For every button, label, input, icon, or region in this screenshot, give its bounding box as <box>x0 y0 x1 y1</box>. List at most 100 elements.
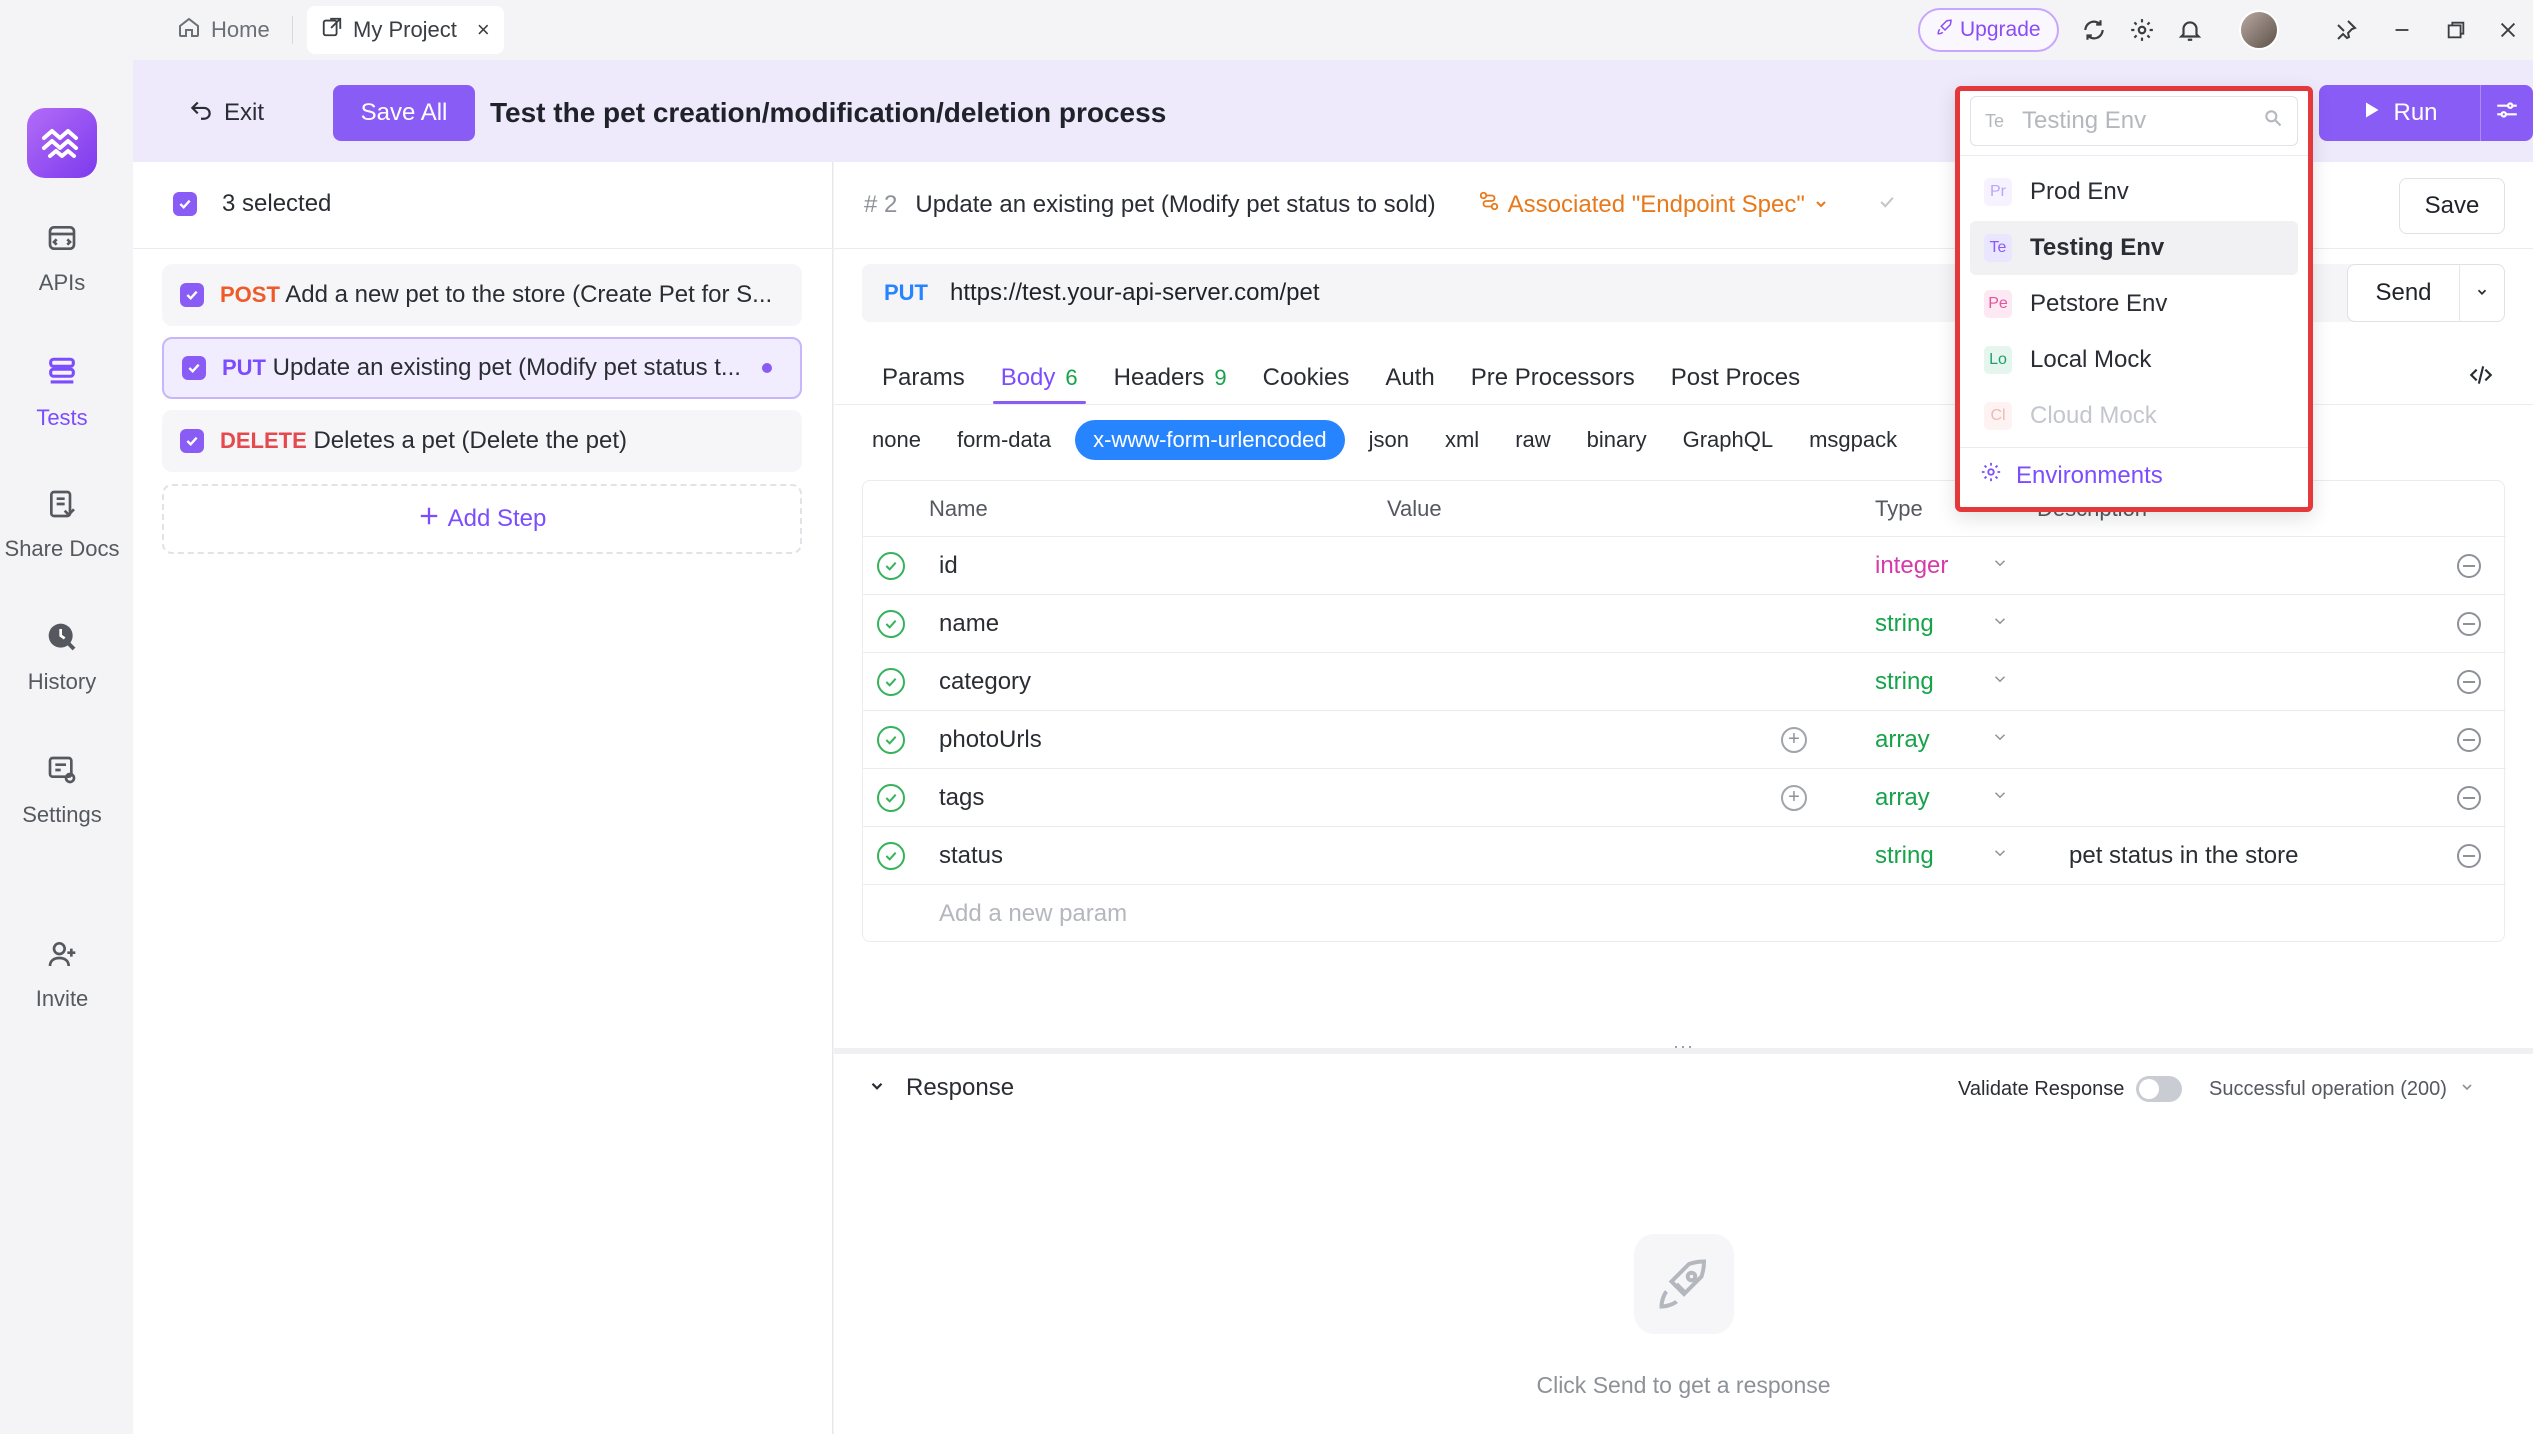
select-all-row[interactable]: 3 selected <box>173 190 331 218</box>
step-item[interactable]: DELETE Deletes a pet (Delete the pet) <box>162 410 802 472</box>
param-name[interactable]: category <box>939 668 1031 696</box>
rail-item-settings[interactable]: Settings <box>0 754 124 828</box>
env-option-local-mock[interactable]: Lo Local Mock <box>1970 333 2298 387</box>
response-header[interactable]: Response <box>868 1074 1014 1102</box>
pin-icon[interactable] <box>2328 12 2364 48</box>
body-type-form-data[interactable]: form-data <box>939 420 1069 460</box>
remove-param-icon[interactable] <box>2457 611 2481 636</box>
chevron-down-icon[interactable] <box>1991 612 2009 636</box>
env-option-testing[interactable]: Te Testing Env <box>1970 221 2298 275</box>
tab-cookies[interactable]: Cookies <box>1245 352 1368 404</box>
response-status-select[interactable]: Successful operation (200) <box>2209 1078 2475 1101</box>
validate-toggle[interactable] <box>2136 1076 2183 1102</box>
rail-item-invite[interactable]: Invite <box>0 938 124 1012</box>
param-type[interactable]: string <box>1875 668 1934 696</box>
user-avatar[interactable] <box>2239 10 2279 50</box>
rail-item-apis[interactable]: APIs <box>0 222 124 296</box>
body-type-binary[interactable]: binary <box>1569 420 1665 460</box>
request-url[interactable]: https://test.your-api-server.com/pet <box>950 279 1319 307</box>
remove-param-icon[interactable] <box>2457 669 2481 694</box>
tab-post-processors[interactable]: Post Proces <box>1653 352 1818 404</box>
save-button[interactable]: Save <box>2399 178 2505 234</box>
rail-item-share-docs[interactable]: Share Docs <box>0 488 124 562</box>
chevron-down-icon[interactable] <box>1991 786 2009 810</box>
body-type-raw[interactable]: raw <box>1497 420 1568 460</box>
step-checkbox[interactable] <box>180 283 204 307</box>
param-description[interactable]: pet status in the store <box>2069 842 2298 870</box>
chevron-down-icon[interactable] <box>1991 670 2009 694</box>
minimize-icon[interactable] <box>2384 12 2420 48</box>
param-name[interactable]: name <box>939 610 999 638</box>
request-method[interactable]: PUT <box>884 280 928 306</box>
env-option-petstore[interactable]: Pe Petstore Env <box>1970 277 2298 331</box>
body-type-urlencoded[interactable]: x-www-form-urlencoded <box>1075 420 1345 460</box>
enabled-check-icon[interactable] <box>877 725 905 754</box>
tab-params[interactable]: Params <box>864 352 983 404</box>
upgrade-button[interactable]: Upgrade <box>1918 8 2059 52</box>
chevron-down-icon[interactable] <box>1991 844 2009 868</box>
env-option-prod[interactable]: Pr Prod Env <box>1970 165 2298 219</box>
run-button[interactable]: Run <box>2319 85 2481 141</box>
env-option-cloud-mock[interactable]: Cl Cloud Mock <box>1970 389 2298 443</box>
close-tab-icon[interactable]: × <box>477 17 490 43</box>
enabled-check-icon[interactable] <box>877 551 905 580</box>
chevron-down-icon[interactable] <box>1991 554 2009 578</box>
close-window-icon[interactable] <box>2490 12 2526 48</box>
enabled-check-icon[interactable] <box>877 783 905 812</box>
remove-param-icon[interactable] <box>2457 727 2481 752</box>
remove-param-icon[interactable] <box>2457 785 2481 810</box>
body-type-xml[interactable]: xml <box>1427 420 1497 460</box>
enabled-check-icon[interactable] <box>877 841 905 870</box>
rail-item-history[interactable]: History <box>0 621 124 695</box>
enabled-check-icon[interactable] <box>877 609 905 638</box>
add-value-icon[interactable]: + <box>1781 726 1807 753</box>
select-all-checkbox[interactable] <box>173 192 197 216</box>
environments-link[interactable]: Environments <box>1980 461 2163 490</box>
bell-icon[interactable] <box>2172 12 2208 48</box>
step-checkbox[interactable] <box>182 356 206 380</box>
project-tab[interactable]: My Project × <box>307 6 504 54</box>
param-name[interactable]: id <box>939 552 958 580</box>
param-name[interactable]: status <box>939 842 1003 870</box>
send-button[interactable]: Send <box>2348 264 2460 322</box>
param-type[interactable]: string <box>1875 610 1934 638</box>
body-type-json[interactable]: json <box>1351 420 1427 460</box>
save-all-button[interactable]: Save All <box>333 85 475 141</box>
exit-button[interactable]: Exit <box>188 96 264 129</box>
env-abbr: Te <box>1985 110 2005 131</box>
send-options-chevron-icon[interactable] <box>2460 283 2504 304</box>
gear-icon[interactable] <box>2124 12 2160 48</box>
param-type[interactable]: integer <box>1875 552 1948 580</box>
body-type-none[interactable]: none <box>854 420 939 460</box>
sync-icon[interactable] <box>2076 12 2112 48</box>
step-item[interactable]: POST Add a new pet to the store (Create … <box>162 264 802 326</box>
associated-endpoint-link[interactable]: Associated "Endpoint Spec" <box>1478 190 1829 219</box>
rail-item-tests[interactable]: Tests <box>0 355 124 431</box>
home-tab[interactable]: Home <box>163 6 284 54</box>
param-type[interactable]: array <box>1875 784 1930 812</box>
param-type[interactable]: array <box>1875 726 1930 754</box>
enabled-check-icon[interactable] <box>877 667 905 696</box>
chevron-down-icon[interactable] <box>1991 728 2009 752</box>
add-step-button[interactable]: Add Step <box>162 484 802 554</box>
remove-param-icon[interactable] <box>2457 843 2481 868</box>
param-name[interactable]: tags <box>939 784 984 812</box>
remove-param-icon[interactable] <box>2457 553 2481 578</box>
code-icon[interactable] <box>2468 362 2494 395</box>
body-type-graphql[interactable]: GraphQL <box>1665 420 1792 460</box>
step-checkbox[interactable] <box>180 429 204 453</box>
run-options-button[interactable] <box>2481 97 2533 130</box>
tab-pre-processors[interactable]: Pre Processors <box>1453 352 1653 404</box>
step-item-active[interactable]: PUT Update an existing pet (Modify pet s… <box>162 337 802 399</box>
param-type[interactable]: string <box>1875 842 1934 870</box>
restore-icon[interactable] <box>2438 12 2474 48</box>
tab-auth[interactable]: Auth <box>1367 352 1452 404</box>
tab-body[interactable]: Body 6 <box>983 352 1096 404</box>
environment-search-input[interactable]: Te Testing Env <box>1970 96 2298 146</box>
add-param-input[interactable]: Add a new param <box>939 900 1127 928</box>
chevron-down-icon[interactable] <box>868 1074 886 1102</box>
param-name[interactable]: photoUrls <box>939 726 1042 754</box>
add-value-icon[interactable]: + <box>1781 784 1807 811</box>
tab-headers[interactable]: Headers 9 <box>1096 352 1245 404</box>
body-type-msgpack[interactable]: msgpack <box>1791 420 1915 460</box>
